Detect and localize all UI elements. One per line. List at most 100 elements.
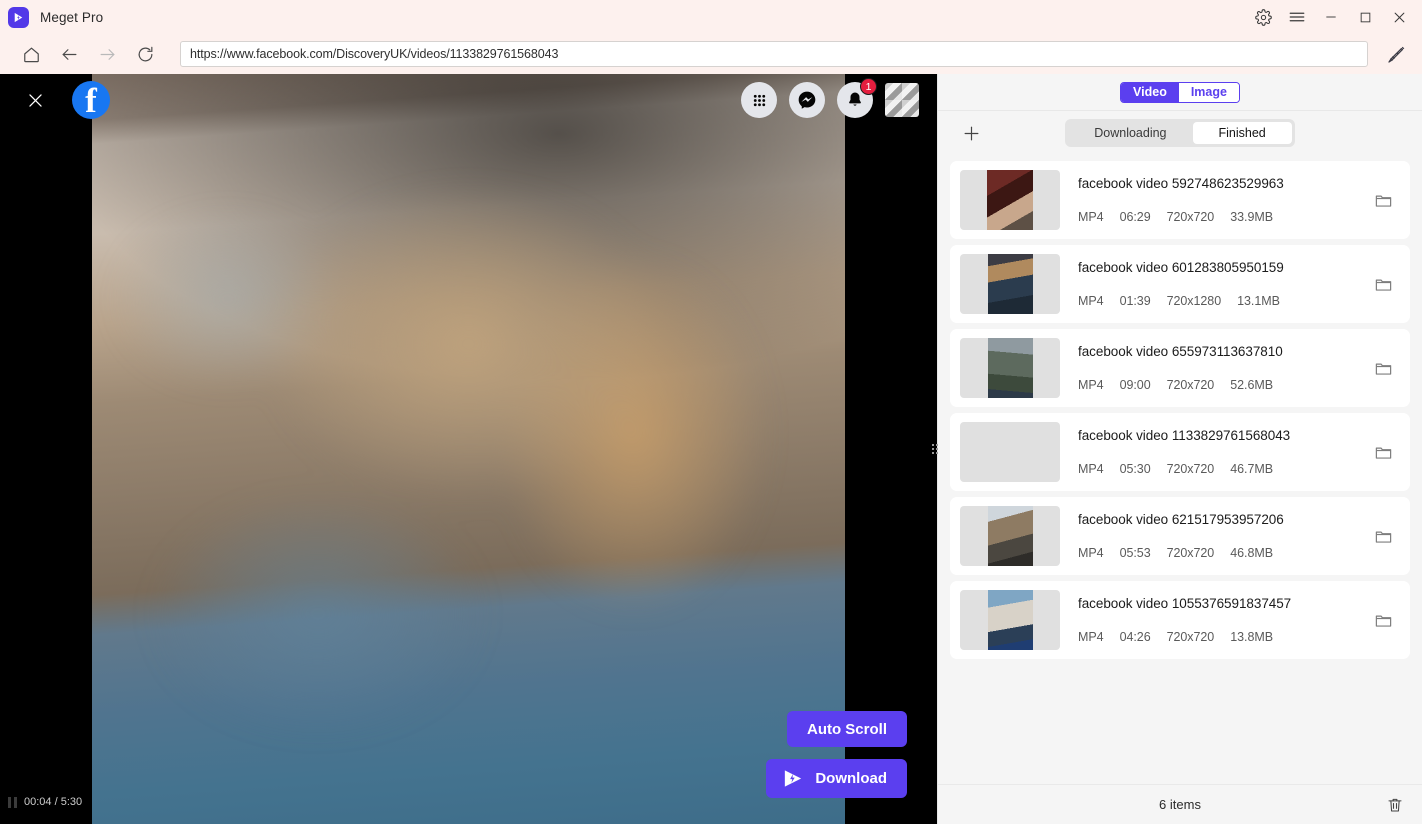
- item-format: MP4: [1078, 378, 1104, 392]
- forward-arrow-icon[interactable]: [90, 37, 124, 71]
- item-duration: 05:30: [1120, 462, 1151, 476]
- browser-toolbar: https://www.facebook.com/DiscoveryUK/vid…: [0, 34, 1422, 74]
- item-size: 13.1MB: [1237, 294, 1280, 308]
- video-thumbnail: [960, 254, 1060, 314]
- video-thumbnail: [960, 338, 1060, 398]
- open-folder-icon[interactable]: [1368, 521, 1398, 551]
- open-folder-icon[interactable]: [1368, 605, 1398, 635]
- item-duration: 04:26: [1120, 630, 1151, 644]
- item-details: MP4 05:30 720x720 46.7MB: [1078, 462, 1368, 476]
- tab-video[interactable]: Video: [1121, 83, 1179, 102]
- list-item[interactable]: facebook video 1133829761568043 MP4 05:3…: [950, 413, 1410, 491]
- list-item[interactable]: facebook video 1055376591837457 MP4 04:2…: [950, 581, 1410, 659]
- video-thumbnail: [960, 506, 1060, 566]
- item-details: MP4 09:00 720x720 52.6MB: [1078, 378, 1368, 392]
- close-icon[interactable]: [1382, 1, 1416, 33]
- item-duration: 06:29: [1120, 210, 1151, 224]
- item-format: MP4: [1078, 210, 1104, 224]
- back-arrow-icon[interactable]: [52, 37, 86, 71]
- list-item[interactable]: facebook video 621517953957206 MP4 05:53…: [950, 497, 1410, 575]
- item-resolution: 720x720: [1167, 378, 1215, 392]
- item-meta: facebook video 601283805950159 MP4 01:39…: [1060, 260, 1368, 308]
- address-bar[interactable]: https://www.facebook.com/DiscoveryUK/vid…: [180, 41, 1368, 67]
- video-thumbnail: [960, 590, 1060, 650]
- tab-image[interactable]: Image: [1179, 83, 1239, 102]
- pause-icon[interactable]: [8, 797, 17, 808]
- item-duration: 05:53: [1120, 546, 1151, 560]
- home-icon[interactable]: [14, 37, 48, 71]
- item-title: facebook video 655973113637810: [1078, 344, 1368, 359]
- trash-icon[interactable]: [1382, 792, 1408, 818]
- open-folder-icon[interactable]: [1368, 437, 1398, 467]
- download-action-group: Auto Scroll Download: [766, 711, 907, 798]
- media-type-toggle-bar: Video Image: [938, 74, 1422, 111]
- facebook-video-frame: [92, 74, 845, 824]
- bell-icon[interactable]: 1: [837, 82, 873, 118]
- list-item[interactable]: facebook video 592748623529963 MP4 06:29…: [950, 161, 1410, 239]
- item-size: 46.8MB: [1230, 546, 1273, 560]
- downloads-panel: Video Image Downloading Finished faceboo: [937, 74, 1422, 824]
- item-meta: facebook video 621517953957206 MP4 05:53…: [1060, 512, 1368, 560]
- item-format: MP4: [1078, 294, 1104, 308]
- auto-scroll-button[interactable]: Auto Scroll: [787, 711, 907, 747]
- item-title: facebook video 621517953957206: [1078, 512, 1368, 527]
- item-size: 13.8MB: [1230, 630, 1273, 644]
- item-meta: facebook video 592748623529963 MP4 06:29…: [1060, 176, 1368, 224]
- reload-icon[interactable]: [128, 37, 162, 71]
- download-button[interactable]: Download: [766, 759, 907, 798]
- item-meta: facebook video 655973113637810 MP4 09:00…: [1060, 344, 1368, 392]
- list-item[interactable]: facebook video 655973113637810 MP4 09:00…: [950, 329, 1410, 407]
- video-player-controls[interactable]: 00:04 / 5:30: [0, 780, 92, 824]
- minimize-icon[interactable]: [1314, 1, 1348, 33]
- item-resolution: 720x720: [1167, 462, 1215, 476]
- facebook-logo-letter: f: [85, 83, 97, 119]
- item-details: MP4 06:29 720x720 33.9MB: [1078, 210, 1368, 224]
- item-duration: 09:00: [1120, 378, 1151, 392]
- plus-icon[interactable]: [956, 118, 986, 148]
- panel-footer: 6 items: [938, 784, 1422, 824]
- item-meta: facebook video 1055376591837457 MP4 04:2…: [1060, 596, 1368, 644]
- item-details: MP4 04:26 720x720 13.8MB: [1078, 630, 1368, 644]
- video-thumbnail: [960, 170, 1060, 230]
- url-text: https://www.facebook.com/DiscoveryUK/vid…: [190, 47, 558, 61]
- user-avatar[interactable]: [885, 83, 919, 117]
- item-size: 52.6MB: [1230, 378, 1273, 392]
- item-details: MP4 01:39 720x1280 13.1MB: [1078, 294, 1368, 308]
- title-bar: Meget Pro: [0, 0, 1422, 34]
- item-title: facebook video 1133829761568043: [1078, 428, 1368, 443]
- status-tabs: Downloading Finished: [1065, 119, 1295, 147]
- item-size: 46.7MB: [1230, 462, 1273, 476]
- list-item[interactable]: facebook video 601283805950159 MP4 01:39…: [950, 245, 1410, 323]
- open-folder-icon[interactable]: [1368, 353, 1398, 383]
- player-time: 00:04 / 5:30: [24, 796, 82, 808]
- video-thumbnail: [960, 422, 1060, 482]
- app-title: Meget Pro: [40, 10, 103, 25]
- grid-menu-icon[interactable]: [741, 82, 777, 118]
- close-icon[interactable]: [22, 87, 48, 113]
- item-resolution: 720x1280: [1167, 294, 1222, 308]
- open-folder-icon[interactable]: [1368, 269, 1398, 299]
- item-title: facebook video 1055376591837457: [1078, 596, 1368, 611]
- broom-icon[interactable]: [1380, 38, 1412, 70]
- downloads-list[interactable]: facebook video 592748623529963 MP4 06:29…: [938, 155, 1422, 784]
- tab-finished[interactable]: Finished: [1193, 122, 1292, 144]
- tab-downloading[interactable]: Downloading: [1068, 122, 1192, 144]
- facebook-header: f: [0, 74, 937, 126]
- item-title: facebook video 592748623529963: [1078, 176, 1368, 191]
- maximize-icon[interactable]: [1348, 1, 1382, 33]
- gear-icon[interactable]: [1246, 1, 1280, 33]
- item-count: 6 items: [1159, 797, 1201, 812]
- app-window: Meget Pro: [0, 0, 1422, 824]
- item-details: MP4 05:53 720x720 46.8MB: [1078, 546, 1368, 560]
- item-title: facebook video 601283805950159: [1078, 260, 1368, 275]
- main-body: f: [0, 74, 1422, 824]
- open-folder-icon[interactable]: [1368, 185, 1398, 215]
- facebook-logo-icon[interactable]: f: [72, 81, 110, 119]
- item-resolution: 720x720: [1167, 630, 1215, 644]
- messenger-icon[interactable]: [789, 82, 825, 118]
- hamburger-icon[interactable]: [1280, 1, 1314, 33]
- media-type-toggle: Video Image: [1120, 82, 1240, 103]
- item-format: MP4: [1078, 546, 1104, 560]
- item-resolution: 720x720: [1167, 210, 1215, 224]
- splitter-grip[interactable]: [932, 438, 937, 460]
